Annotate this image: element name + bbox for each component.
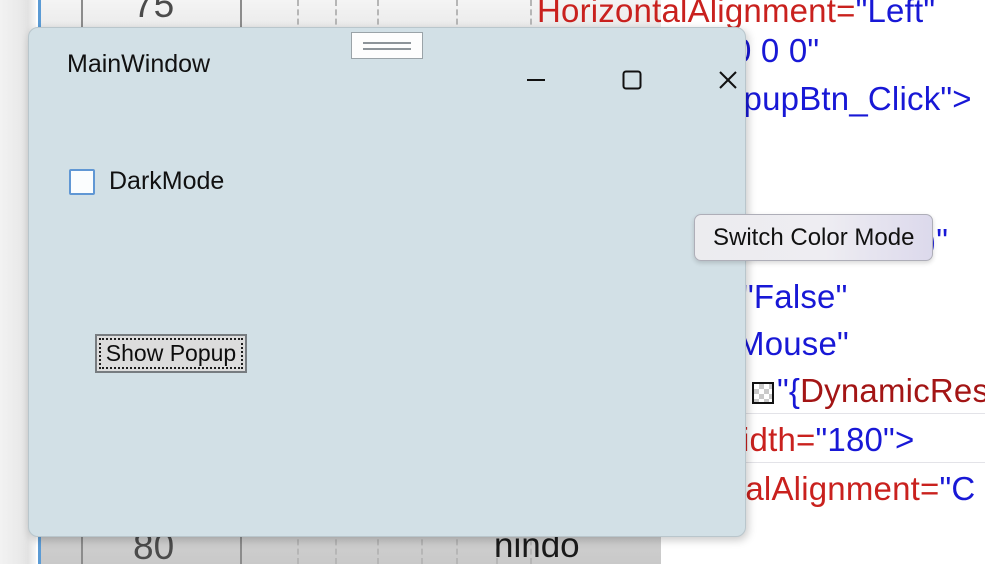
- darkmode-checkbox[interactable]: [69, 168, 95, 195]
- code-token: DynamicReso: [800, 372, 985, 409]
- darkmode-checkbox-row[interactable]: DarkMode: [69, 167, 224, 196]
- main-window[interactable]: MainWindow DarkMode Show Popup: [28, 27, 746, 537]
- code-token: idth=: [742, 421, 816, 458]
- code-line: talAlignment="C: [736, 470, 975, 508]
- code-token: "C: [939, 470, 976, 507]
- window-maximize-button[interactable]: [609, 62, 655, 98]
- window-title: MainWindow: [67, 50, 211, 78]
- window-minimize-button[interactable]: [513, 62, 559, 98]
- switch-color-mode-tooltip: Switch Color Mode: [694, 214, 934, 261]
- code-token: Mouse": [737, 325, 849, 362]
- code-token: "180">: [815, 421, 915, 458]
- code-line: idth="180">: [742, 421, 914, 459]
- grip-line: [363, 47, 411, 50]
- minimize-icon: [527, 79, 545, 81]
- code-token: "False": [742, 278, 848, 315]
- code-line: "{DynamicReso: [777, 372, 985, 410]
- code-token: talAlignment=: [736, 470, 940, 507]
- grip-line: [363, 41, 411, 44]
- dynamic-resource-color-swatch-icon: [752, 382, 774, 404]
- code-line-separator: [745, 413, 985, 414]
- code-line-separator: [745, 462, 985, 463]
- darkmode-checkbox-label: DarkMode: [109, 167, 225, 195]
- code-line: Mouse": [737, 325, 849, 363]
- code-line: opupBtn_Click">: [725, 80, 972, 118]
- code-token: "Left": [855, 0, 936, 29]
- code-line: "False": [742, 278, 848, 316]
- show-popup-button-label: Show Popup: [105, 340, 237, 366]
- code-token: opupBtn_Click">: [725, 80, 972, 117]
- window-close-button[interactable]: [705, 62, 751, 98]
- window-drag-grip[interactable]: [351, 32, 423, 59]
- tooltip-text: Switch Color Mode: [713, 223, 915, 251]
- close-icon: [719, 71, 737, 89]
- show-popup-button[interactable]: Show Popup: [95, 334, 247, 373]
- grid-cell-number-top: 75: [133, 0, 175, 25]
- code-token: "{: [777, 372, 801, 409]
- maximize-icon: [622, 70, 642, 90]
- screen-root: 75 80 nindo HorizontalAlignment="Left" 0…: [0, 0, 985, 564]
